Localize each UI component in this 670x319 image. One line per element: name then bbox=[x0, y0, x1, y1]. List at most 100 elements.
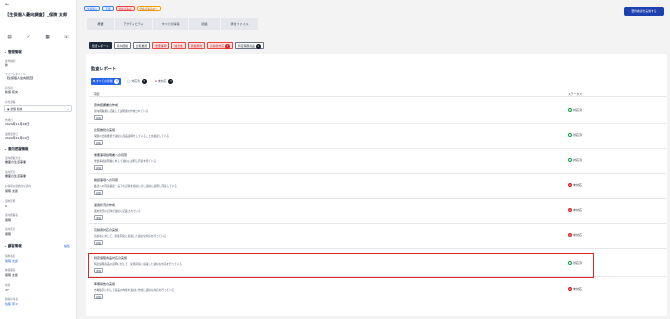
row-title: 高齢者対応の実施 bbox=[94, 228, 119, 232]
section-customer-label: 顧客情報 bbox=[8, 244, 22, 248]
filter-pending-label: 未対応 bbox=[157, 79, 167, 83]
left-action-icons: ▤ ✓ ▦ ☏ bbox=[6, 34, 70, 41]
status-label: 未対応 bbox=[573, 183, 583, 187]
report-title: 監査レポート bbox=[91, 66, 117, 71]
sub-tabs: 監査レポート 意向把握 比較推奨 重要事項 適合性 募集規則 高齢者対応 1 特定… bbox=[89, 42, 264, 49]
row-desc: 高齢者に対して、家族同席に意識した適切な対応を行っている bbox=[94, 235, 167, 238]
customer-edit-link[interactable]: 編集 bbox=[64, 244, 70, 248]
col-item: 項目 bbox=[94, 92, 100, 96]
row-title: 意向把握書の作成 bbox=[94, 103, 119, 107]
tab-activity[interactable]: アクティビティ bbox=[115, 18, 153, 30]
section-proposal[interactable]: ⌄ 意向把握情報 bbox=[4, 146, 28, 151]
field-value: 書面の生活事業 bbox=[5, 160, 27, 164]
tag: 不備 bbox=[102, 6, 114, 11]
check-icon[interactable]: ✓ bbox=[25, 34, 32, 41]
table-row: 重要事項説明書への同意 重要事項説明書に対して適切に説明し同意を得ている 詳細 … bbox=[89, 149, 666, 174]
detail-chip[interactable]: 詳細 bbox=[94, 165, 103, 170]
page-title: 【生保個人最向調査】_保険 太郎 bbox=[5, 12, 68, 17]
section-management-label: 管理情報 bbox=[8, 50, 22, 54]
tab-all-info[interactable]: すべての情報 bbox=[153, 18, 189, 30]
tag: 要確認事項 bbox=[115, 6, 135, 11]
subtab-important[interactable]: 重要事項 bbox=[152, 42, 170, 49]
subtab-elderly[interactable]: 高齢者対応 1 bbox=[207, 42, 234, 49]
confirm-requirements-button[interactable]: 要件確認を実施する bbox=[624, 7, 664, 16]
table-row: 比較推奨の実施 保険の比較推奨で適切に商品説明をしていることを確認している 詳細… bbox=[89, 124, 666, 149]
back-arrow-icon[interactable]: ← bbox=[5, 2, 9, 8]
count-badge: 3 bbox=[168, 79, 174, 84]
calendar-icon[interactable]: ▦ bbox=[44, 34, 51, 41]
customer-name-link[interactable]: 保険 太郎 bbox=[5, 259, 18, 263]
tab-attachments[interactable]: 添付ファイル bbox=[221, 18, 259, 30]
tab-overview[interactable]: 概要 bbox=[87, 18, 115, 30]
report-filters: ▼ すべての評価 8 ◯ 対応済 5 ⊗ 未対応 3 bbox=[91, 78, 175, 85]
table-row: 確認事項への同意 確認への同意確認・完了の記録を適切に示し適切に説明し同意してい… bbox=[89, 174, 666, 199]
x-circle-icon: × bbox=[568, 233, 572, 237]
field-label: お客様の最終的な意向 bbox=[5, 185, 31, 188]
subtab-suitability[interactable]: 適合性 bbox=[171, 42, 186, 49]
subtab-specific-label: 特定保険商品 bbox=[238, 44, 255, 48]
check-circle-icon: ✓ bbox=[568, 108, 572, 113]
subtab-specific-products[interactable]: 特定保険商品 1 bbox=[235, 42, 264, 49]
row-desc: 運用状況の記録が適切に記載されている bbox=[94, 210, 141, 213]
subtab-audit-report[interactable]: 監査レポート bbox=[89, 42, 112, 49]
field-value: 保険 bbox=[5, 232, 12, 236]
section-proposal-label: 意向把握情報 bbox=[8, 147, 29, 151]
filter-all[interactable]: ▼ すべての評価 8 bbox=[91, 78, 122, 85]
detail-chip[interactable]: 詳細 bbox=[94, 140, 103, 145]
status: ✓ 対応済 bbox=[568, 108, 582, 113]
field-value: 37 bbox=[5, 288, 9, 292]
phone-icon[interactable]: ☏ bbox=[63, 34, 70, 41]
x-circle-icon: × bbox=[568, 208, 572, 212]
status-label: 未対応 bbox=[573, 233, 583, 237]
subtab-compare[interactable]: 比較推奨 bbox=[133, 42, 151, 49]
status: × 未対応 bbox=[568, 208, 582, 212]
status: × 未対応 bbox=[568, 233, 582, 237]
tab-related[interactable]: 関連 bbox=[189, 18, 221, 30]
detail-chip[interactable]: 詳細 bbox=[94, 240, 103, 245]
subtab-intent[interactable]: 意向把握 bbox=[113, 42, 131, 49]
filter-all-label: すべての評価 bbox=[96, 79, 113, 83]
detail-chip[interactable]: 詳細 bbox=[94, 294, 103, 299]
subtab-recruit-rules[interactable]: 募集規則 bbox=[187, 42, 206, 49]
row-desc: 保険の比較推奨で適切に商品説明をしていることを確認している bbox=[94, 135, 170, 138]
customer-rep-link[interactable]: 佐藤 奈々 bbox=[5, 302, 18, 306]
assignee-select-value: 新保 和央 bbox=[10, 107, 23, 111]
status-label: 未対応 bbox=[573, 287, 583, 291]
count-badge: 1 bbox=[225, 44, 231, 49]
header-tags: 生保個人 不備 要確認事項 要確認事項あり bbox=[84, 6, 161, 11]
filter-done[interactable]: ◯ 対応済 5 bbox=[125, 78, 148, 85]
status: × 未対応 bbox=[568, 287, 582, 291]
status-label: 対応済 bbox=[573, 158, 583, 162]
highlight-box bbox=[88, 253, 594, 278]
check-circle-icon: ✓ bbox=[568, 133, 572, 138]
row-title: 確認事項への同意 bbox=[94, 178, 119, 182]
filter-done-label: 対応済 bbox=[131, 79, 140, 83]
filter-pending[interactable]: ⊗ 未対応 3 bbox=[153, 78, 176, 85]
field-value: 保険 太郎 bbox=[5, 273, 18, 277]
col-status: ステータス bbox=[568, 92, 582, 96]
subtab-elderly-label: 高齢者対応 bbox=[210, 44, 225, 48]
field-value: 2024年12月01日 bbox=[5, 136, 30, 140]
field-value: 新 bbox=[5, 63, 9, 67]
detail-chip[interactable]: 詳細 bbox=[94, 190, 103, 195]
detail-chip[interactable]: 詳細 bbox=[94, 215, 103, 220]
field-value: 【生保個人最向調査】 bbox=[5, 76, 36, 80]
table-row: 準備報告の実施 市場取引に対して商品の内容を適切に作成し適切な対応を行っている … bbox=[89, 278, 666, 303]
field-label: 意向把握者 bbox=[5, 214, 18, 217]
detail-chip[interactable]: 詳細 bbox=[94, 115, 103, 120]
section-customer[interactable]: ⌄ 顧客情報 bbox=[4, 243, 22, 248]
field-label: 担当部署 bbox=[5, 101, 16, 104]
field-label: 顧客担当者 bbox=[5, 298, 18, 301]
row-desc: 意向把握書に記載して説明書の作成されている bbox=[94, 110, 149, 113]
chat-icon[interactable]: ▤ bbox=[6, 34, 13, 41]
top-tabs: 概要 アクティビティ すべての情報 関連 添付ファイル bbox=[87, 18, 259, 30]
field-value: 新保 和央 bbox=[5, 90, 18, 94]
field-value: 保険 太郎 bbox=[5, 189, 18, 193]
table-row: 高齢者対応の実施 高齢者に対して、家族同席に意識した適切な対応を行っている 詳細… bbox=[89, 224, 666, 249]
field-label: 契約形態 bbox=[5, 200, 16, 203]
chevron-down-icon: ⌄ bbox=[66, 107, 69, 111]
section-management[interactable]: ⌄ 管理情報 bbox=[4, 49, 22, 54]
count-badge: 1 bbox=[255, 44, 261, 49]
assignee-select[interactable]: ◉ 新保 和央 ⌄ bbox=[4, 105, 72, 112]
check-circle-icon: ✓ bbox=[568, 158, 572, 163]
